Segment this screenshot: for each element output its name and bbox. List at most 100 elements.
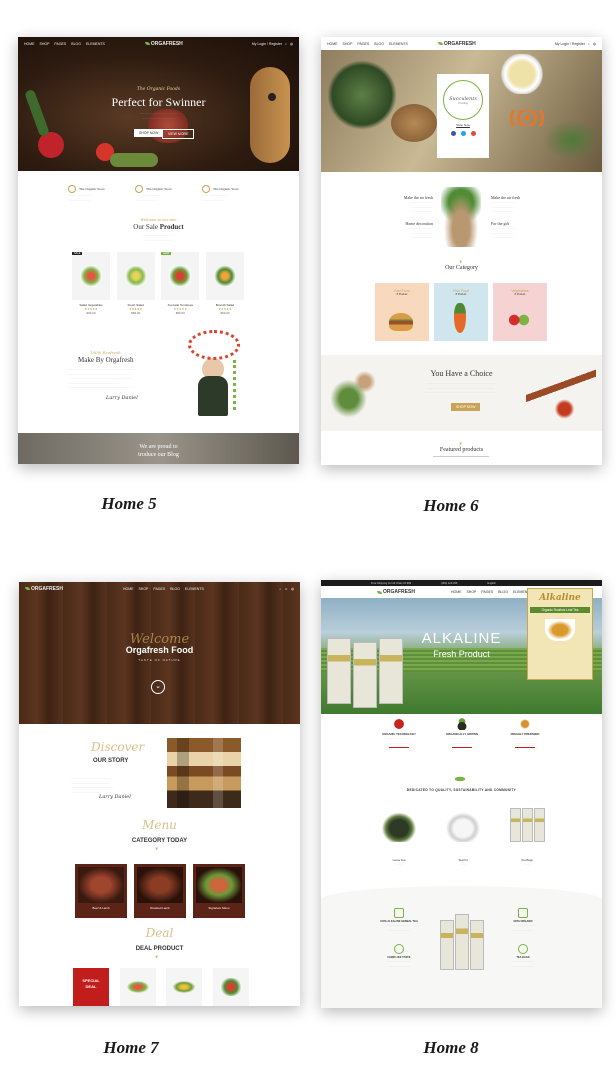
product-price: $99.00 [175,311,185,315]
home5-nav-links: HOME SHOP PAGES BLOG ELEMENTS [24,42,105,46]
google-plus-icon[interactable] [470,131,476,136]
feature-icon [202,185,210,193]
promo-sub: Trending [458,101,468,105]
facebook-icon[interactable] [450,131,456,136]
cart-icon[interactable]: ◍ [593,42,596,46]
cart-icon[interactable]: ◍ [291,587,294,591]
feature-block: Home decoration ························… [377,221,433,240]
category-card[interactable]: Vegetables 8 Product [493,283,547,341]
hero-script-text: The Organic Foods [136,87,181,92]
product-card[interactable]: Loose Tea ······ [377,808,421,867]
special-deal-banner[interactable]: SPECIAL DEAL [73,968,109,1006]
user-icon[interactable]: ☺ [284,587,288,591]
logo[interactable]: ORGAFRESH [377,589,415,595]
product-card[interactable]: SALE Salad Vegetables ★★★★★ $99.00 [72,252,110,315]
logo[interactable]: ORGAFRESH [437,41,476,47]
nav-link[interactable]: SHOP [466,590,476,594]
nav-link[interactable]: BLOG [498,590,508,594]
nav-link[interactable]: HOME [123,587,134,591]
vegetable-basket-image [441,187,481,247]
feature-item: FRESHLY PREPARED ·······················… [497,718,553,750]
nav-link[interactable]: BLOG [170,587,180,591]
nav-link[interactable]: ELEMENTS [86,42,105,46]
nav-link[interactable]: HOME [24,42,35,46]
shop-now-button[interactable]: SHOP NOW [451,403,481,411]
leaf-badge-icon [518,908,528,918]
shop-now-link[interactable]: Shop Now [437,123,489,127]
benefit-item: FARM LIKE TASTE ························… [371,944,427,968]
chef-vegetables-image [188,330,240,420]
cart-icon[interactable]: ◍ [290,42,293,46]
deal-product[interactable] [166,968,203,1006]
deal-product[interactable] [119,968,156,1006]
nav-link[interactable]: HOME [451,590,462,594]
account-link[interactable]: My Login / Register [252,42,282,46]
product-card[interactable]: NEW Avocado Tomatoes ★★★★★ $99.00 [161,252,200,315]
benefit-text: ························ ················… [511,923,535,932]
burger-image [389,313,413,331]
shop-now-button[interactable]: SHOP NOW [134,129,164,137]
home6-nav-links: HOME SHOP PAGES BLOG ELEMENTS [327,42,408,46]
home7-preview[interactable]: ORGAFRESH HOME SHOP PAGES BLOG ELEMENTS … [19,582,300,1006]
category-card[interactable]: Roasted Lamb [134,864,186,918]
category-card[interactable]: Fish Food 8 Product [434,283,488,341]
deal-product[interactable] [212,968,249,1006]
hero-title: Orgafresh Food [125,645,194,655]
leaf-divider-icon: ❦ [459,259,463,264]
nav-link[interactable]: PAGES [481,590,493,594]
home6-preview[interactable]: HOME SHOP PAGES BLOG ELEMENTS ORGAFRESH … [321,37,602,465]
nav-link[interactable]: SHOP [138,587,148,591]
read-more-link[interactable] [452,747,472,748]
divider [433,456,489,457]
home8-preview[interactable]: Free Shipping For All Order Of $99 (000)… [321,580,602,1008]
feature-item: ORGANICALLY GROWN ······················… [434,718,490,750]
nav-link[interactable]: ELEMENTS [185,587,204,591]
product-card[interactable]: Brocolli Salad ★★★★★ $99.00 [205,252,244,315]
product-card[interactable]: Fresh Salad ★★★★★ $99.00 [116,252,155,315]
feature-title: The Organic Store [213,187,239,191]
home8-benefits: 100% ALKALINE HERBAL TEA ···············… [321,886,602,1008]
nav-link[interactable]: SHOP [40,42,50,46]
nav-icons: ⌕ ☺ ◍ [279,587,294,591]
product-price: ······ [396,862,402,866]
view-more-button[interactable]: VIEW MORE [162,129,195,139]
product-card[interactable]: Tea Pot ······ [441,808,485,867]
leaf-divider-icon: ❦ [459,441,463,446]
home7-nav-links: HOME SHOP PAGES BLOG ELEMENTS [123,587,204,591]
product-price: $99.00 [86,311,96,315]
nav-link[interactable]: PAGES [357,42,369,46]
logo[interactable]: ORGAFRESH [144,41,183,47]
product-image [205,252,244,300]
about-text: ········································… [68,367,134,389]
twitter-icon[interactable] [460,131,466,136]
category-name: Roasted Lamb [150,906,170,910]
category-card[interactable]: Signature Menu [193,864,245,918]
scroll-down-icon[interactable]: ⌄ [151,680,165,694]
account-link[interactable]: My Login / Register [555,42,585,46]
nav-link[interactable]: SHOP [343,42,353,46]
nav-link[interactable]: BLOG [374,42,384,46]
category-card[interactable]: Beef & Lamb [75,864,127,918]
read-more-link[interactable] [389,747,409,748]
search-icon[interactable]: ⌕ [285,42,287,46]
language-select[interactable]: English [487,582,496,585]
home5-preview[interactable]: HOME SHOP PAGES BLOG ELEMENTS ORGAFRESH … [18,37,299,464]
nav-link[interactable]: PAGES [54,42,66,46]
story-title: OUR STORY [93,758,129,764]
read-more-link[interactable] [515,747,535,748]
feature-block: Make the air fresh ·····················… [491,195,547,214]
category-count: 8 Product [455,293,467,296]
category-card[interactable]: Fast Food 8 Product [375,283,429,341]
search-icon[interactable]: ⌕ [588,42,590,46]
nav-link[interactable]: BLOG [71,42,81,46]
product-card[interactable]: Tea Bags ······ [505,808,549,867]
search-icon[interactable]: ⌕ [279,587,281,591]
sale-badge: SALE [72,252,83,255]
category-name: Beef & Lamb [92,906,110,910]
nav-link[interactable]: ELEMENTS [389,42,408,46]
logo[interactable]: ORGAFRESH [25,586,63,592]
home7-navbar: ORGAFRESH HOME SHOP PAGES BLOG ELEMENTS … [19,582,300,595]
hero-promo-card[interactable]: Succulents Trending Shop Now [437,74,489,158]
nav-link[interactable]: HOME [327,42,338,46]
nav-link[interactable]: PAGES [153,587,165,591]
